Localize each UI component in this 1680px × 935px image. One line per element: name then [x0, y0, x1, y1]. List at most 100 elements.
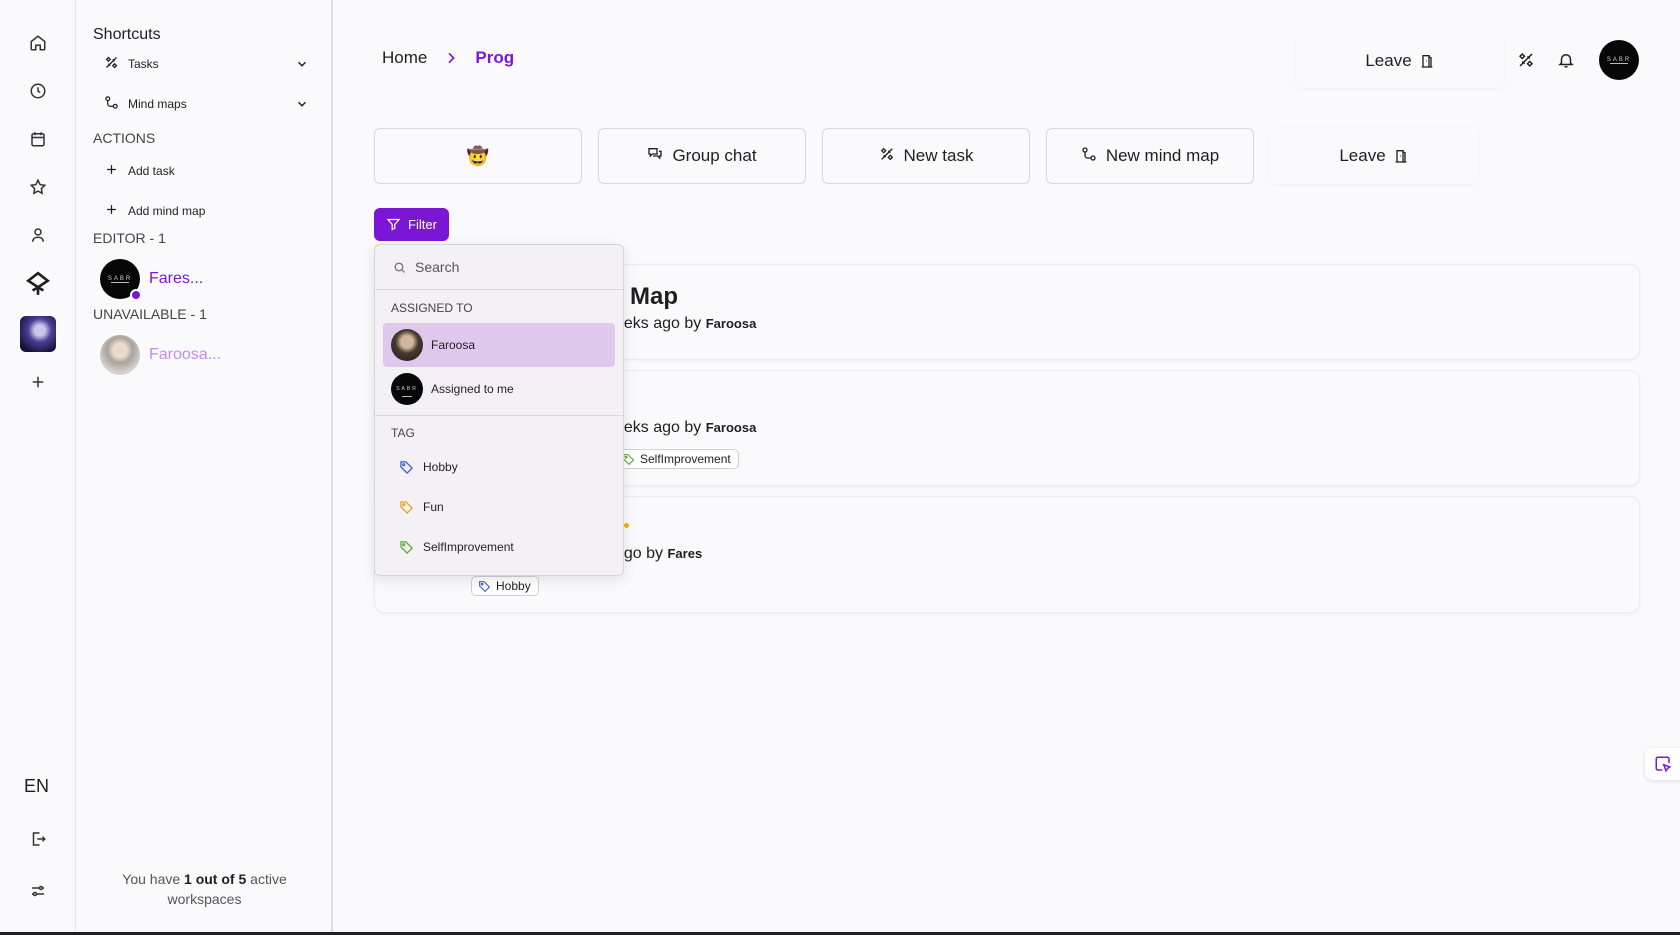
filter-dropdown: ASSIGNED TO Faroosa SABR Assigned to me …: [374, 244, 624, 576]
filter-button[interactable]: Filter: [374, 208, 449, 241]
new-mind-map-label: New mind map: [1105, 146, 1220, 165]
clock-icon[interactable]: [25, 78, 51, 104]
emoji-label: 🤠: [466, 145, 490, 166]
settings-sliders-icon[interactable]: [25, 878, 51, 904]
card-title: Map: [630, 283, 678, 310]
group-chat-label: Group chat: [672, 146, 757, 165]
leave-label: Leave: [1365, 51, 1412, 70]
breadcrumb: Home Prog: [382, 48, 514, 68]
home-icon[interactable]: [25, 30, 51, 56]
tag-header: TAG: [391, 426, 415, 440]
tag-icon: [400, 500, 414, 514]
avatar: SABR: [100, 259, 142, 301]
filter-option-assigned-to-me[interactable]: SABR Assigned to me: [383, 367, 615, 411]
tag-label: Hobby: [423, 460, 458, 474]
actions-header: ACTIONS: [93, 130, 156, 146]
add-task-label: Add task: [128, 164, 175, 178]
card-meta: eeks ago by Faroosa: [615, 419, 756, 437]
filter-search: [375, 245, 623, 290]
leave-label: Leave: [1339, 146, 1386, 165]
tasks-icon: [104, 55, 128, 73]
chevron-right-icon: [443, 50, 459, 66]
shortcut-tasks[interactable]: Tasks: [104, 50, 309, 78]
workspace-count-prefix: You have: [122, 871, 185, 887]
favorite-star-icon: [624, 523, 629, 528]
bell-icon[interactable]: [1554, 48, 1578, 72]
chevron-down-icon[interactable]: [295, 97, 309, 111]
shortcut-label: Mind maps: [128, 97, 187, 111]
tag-chip: Hobby: [471, 576, 539, 596]
sidebar-title: Shortcuts: [93, 26, 161, 43]
user-avatar-button[interactable]: SABR: [1599, 40, 1639, 80]
workspace-count-suffix: active: [246, 871, 287, 887]
workspace-count-line2: workspaces: [167, 891, 242, 907]
filter-tag-hobby[interactable]: Hobby: [399, 455, 458, 479]
new-task-button[interactable]: New task: [822, 128, 1030, 184]
door-icon: [1395, 150, 1406, 163]
breadcrumb-home[interactable]: Home: [382, 48, 427, 68]
new-task-label: New task: [903, 146, 974, 165]
tag-icon: [479, 580, 491, 592]
mindmap-icon: [104, 95, 128, 113]
leave-button-top[interactable]: Leave: [1296, 34, 1504, 88]
logout-icon[interactable]: [25, 826, 51, 852]
tasks-icon[interactable]: [1514, 48, 1538, 72]
star-icon[interactable]: [25, 174, 51, 200]
avatar: [391, 329, 423, 361]
member-editor[interactable]: SABR Fares...: [100, 259, 204, 301]
plus-icon[interactable]: [25, 369, 51, 395]
group-chat-button[interactable]: Group chat: [598, 128, 806, 184]
filter-label: Filter: [408, 217, 437, 232]
new-mind-map-button[interactable]: New mind map: [1046, 128, 1254, 184]
filter-option-faroosa[interactable]: Faroosa: [383, 323, 615, 367]
add-mind-map-button[interactable]: Add mind map: [104, 197, 309, 225]
tag-label: Hobby: [496, 579, 531, 593]
divider: [375, 415, 623, 416]
filter-search-input[interactable]: [415, 259, 605, 275]
avatar-text: SABR: [396, 386, 418, 392]
member-name: Fares...: [149, 270, 204, 287]
card-author: Faroosa: [705, 316, 757, 331]
tag-label: SelfImprovement: [640, 452, 731, 466]
workspace-thumbnail[interactable]: [20, 316, 56, 352]
shortcut-label: Tasks: [128, 57, 159, 71]
calendar-icon[interactable]: [25, 126, 51, 152]
workspace-count: You have 1 out of 5 active workspaces: [76, 869, 333, 909]
emoji-button[interactable]: 🤠: [374, 128, 582, 184]
shortcut-mind-maps[interactable]: Mind maps: [104, 90, 309, 118]
avatar-text: SABR: [107, 276, 133, 282]
tag-icon: [400, 540, 414, 554]
filter-tag-selfimprovement[interactable]: SelfImprovement: [399, 535, 514, 559]
card-time: eeks ago by: [615, 419, 706, 436]
card-author: Fares: [667, 546, 703, 561]
member-name: Faroosa...: [149, 346, 222, 363]
member-unavailable[interactable]: Faroosa...: [100, 335, 221, 375]
icon-rail: EN: [0, 0, 76, 935]
editor-header: EDITOR - 1: [93, 230, 166, 246]
card-time: eeks ago by: [615, 315, 706, 332]
unavailable-header: UNAVAILABLE - 1: [93, 306, 207, 322]
avatar: SABR: [1599, 40, 1639, 80]
avatar: SABR: [391, 373, 423, 405]
chevron-down-icon[interactable]: [295, 57, 309, 71]
assigned-to-header: ASSIGNED TO: [391, 301, 473, 315]
filter-tag-fun[interactable]: Fun: [399, 495, 444, 519]
door-icon: [1421, 55, 1432, 68]
language-selector[interactable]: EN: [24, 776, 49, 797]
user-icon[interactable]: [25, 222, 51, 248]
add-mind-map-label: Add mind map: [128, 204, 206, 218]
chat-icon: [647, 146, 672, 167]
search-icon: [394, 261, 405, 273]
tag-chip: SelfImprovement: [615, 449, 739, 469]
leave-button[interactable]: Leave: [1270, 128, 1478, 184]
mindmap-icon: [1081, 146, 1106, 167]
card-author: Faroosa: [705, 420, 757, 435]
app-logo-icon[interactable]: [24, 270, 52, 298]
sidebar: Shortcuts Tasks Mind maps ACTIONS Add ta…: [76, 0, 333, 935]
add-task-button[interactable]: Add task: [104, 157, 309, 185]
breadcrumb-current: Prog: [475, 48, 515, 67]
option-label: Faroosa: [431, 338, 476, 352]
tasks-icon: [879, 146, 904, 167]
card-meta: eeks ago by Faroosa: [615, 315, 756, 333]
feedback-cursor-icon[interactable]: [1645, 748, 1680, 780]
